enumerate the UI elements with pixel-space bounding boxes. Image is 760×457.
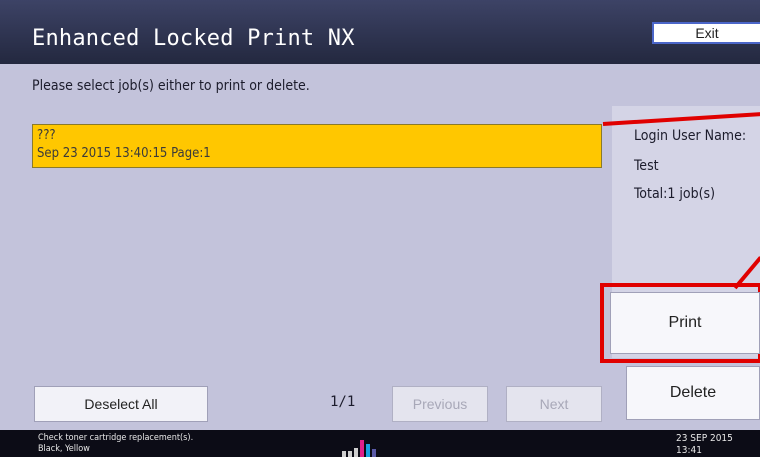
print-button[interactable]: Print [610, 292, 760, 354]
title-bar: Enhanced Locked Print NX [0, 0, 760, 64]
status-message-line2: Black, Yellow [38, 444, 90, 454]
job-details: Sep 23 2015 13:40:15 Page:1 [37, 146, 211, 161]
status-date: 23 SEP 2015 [676, 433, 733, 444]
job-name: ??? [37, 128, 56, 143]
login-user-name: Test [634, 158, 659, 174]
job-list-item[interactable]: ??? Sep 23 2015 13:40:15 Page:1 [32, 124, 602, 168]
instruction-text: Please select job(s) either to print or … [32, 78, 310, 94]
date-time: 23 SEP 2015 13:41 [676, 433, 733, 457]
page-title: Enhanced Locked Print NX [32, 26, 355, 51]
status-time: 13:41 [676, 445, 702, 456]
status-message-line1: Check toner cartridge replacement(s). [38, 433, 194, 443]
toner-level-icon [342, 440, 376, 457]
status-message[interactable]: Check toner cartridge replacement(s). Bl… [38, 433, 193, 455]
deselect-all-button[interactable]: Deselect All [34, 386, 208, 422]
status-bar: Check toner cartridge replacement(s). Bl… [0, 430, 760, 457]
job-list: ??? Sep 23 2015 13:40:15 Page:1 [32, 124, 604, 374]
delete-button[interactable]: Delete [626, 366, 760, 420]
total-jobs: Total:1 job(s) [634, 186, 716, 202]
login-user-label: Login User Name: [634, 128, 747, 144]
exit-button[interactable]: Exit [652, 22, 760, 44]
page-indicator: 1/1 [330, 394, 356, 410]
next-button[interactable]: Next [506, 386, 602, 422]
previous-button[interactable]: Previous [392, 386, 488, 422]
